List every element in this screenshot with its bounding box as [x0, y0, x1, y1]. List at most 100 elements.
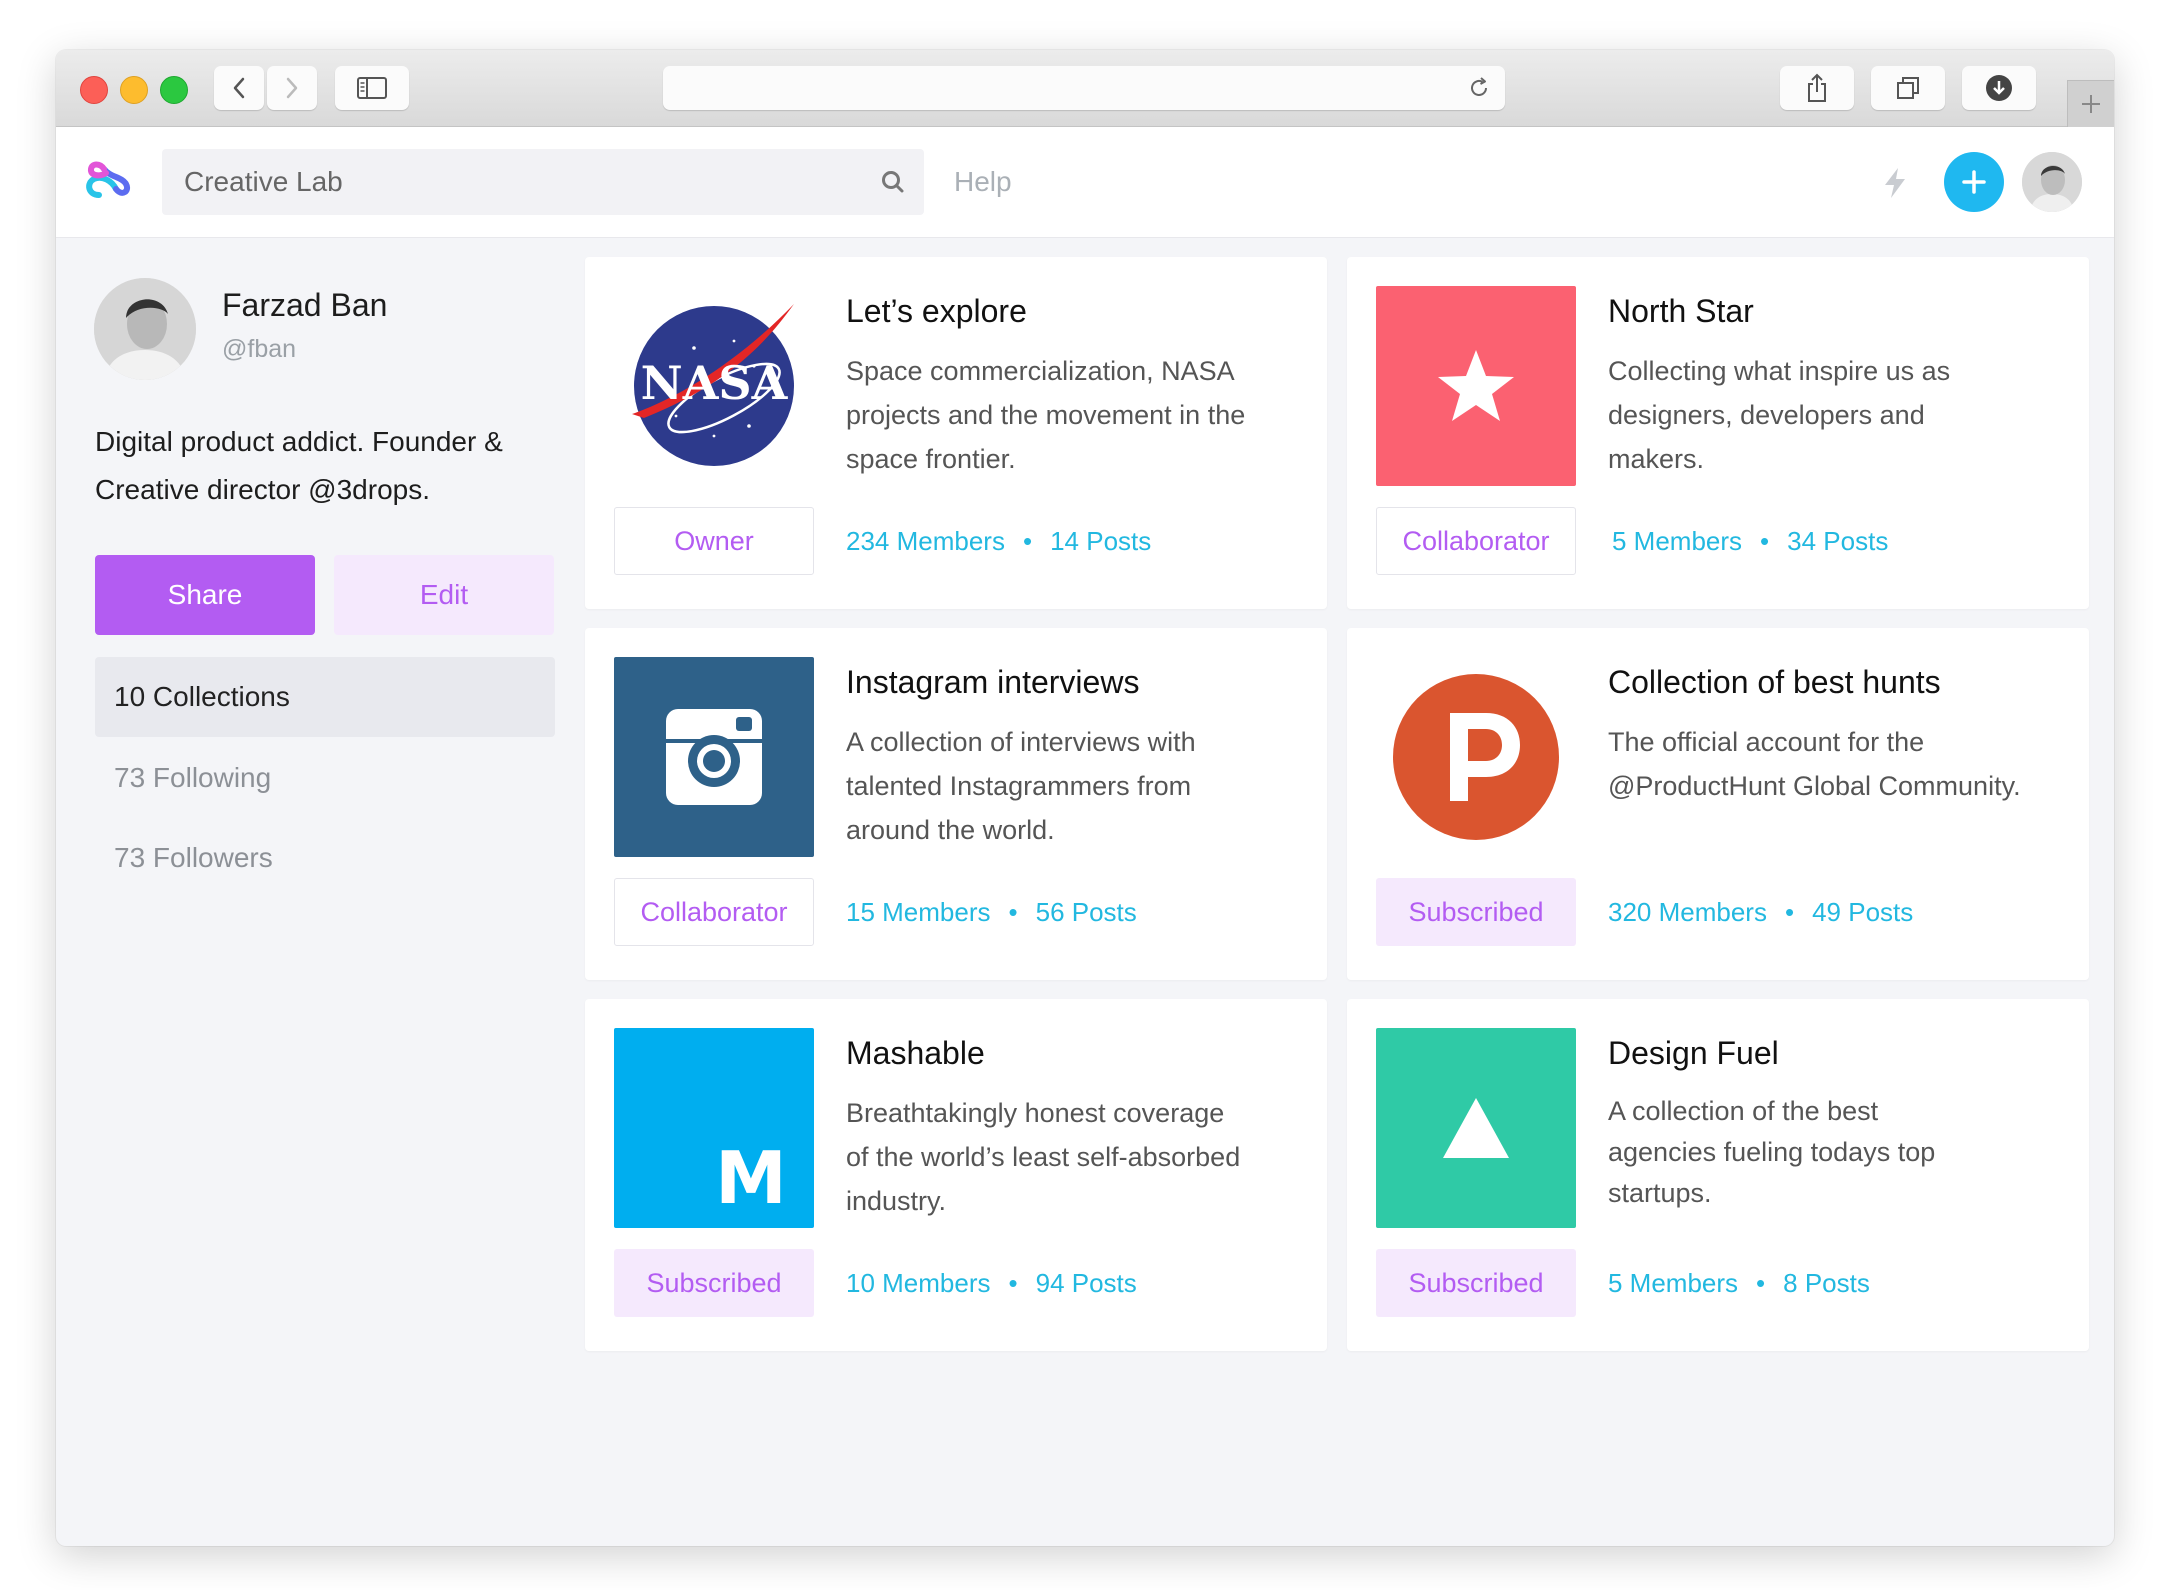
collection-thumbnail: [1376, 1028, 1576, 1228]
description-line: of the world’s least self-absorbed: [846, 1142, 1241, 1172]
triangle-icon: [1443, 1098, 1509, 1158]
role-badge-subscribed[interactable]: Subscribed: [1376, 878, 1576, 946]
collection-thumbnail: [1376, 657, 1576, 857]
posts-count[interactable]: 34 Posts: [1787, 526, 1888, 556]
collection-thumbnail: NASA: [614, 286, 814, 486]
collection-card[interactable]: Instagram interviews A collection of int…: [585, 628, 1327, 980]
profile-bio: Digital product addict. Founder & Creati…: [95, 418, 575, 514]
search-input[interactable]: Creative Lab: [184, 149, 343, 215]
tabs-overview-button[interactable]: [1871, 66, 1945, 110]
posts-count[interactable]: 94 Posts: [1036, 1268, 1137, 1298]
user-avatar[interactable]: [2022, 152, 2082, 212]
address-bar[interactable]: [663, 66, 1505, 110]
chevron-right-icon: [286, 77, 298, 99]
edit-button[interactable]: Edit: [334, 555, 554, 635]
description-line: The official account for the: [1608, 727, 1925, 757]
share-button[interactable]: Share: [95, 555, 315, 635]
collection-card[interactable]: M Mashable Breathtakingly honest coverag…: [585, 999, 1327, 1351]
posts-count[interactable]: 49 Posts: [1812, 897, 1913, 927]
description-line: industry.: [846, 1186, 947, 1216]
role-badge-collaborator[interactable]: Collaborator: [614, 878, 814, 946]
members-count[interactable]: 234 Members: [846, 526, 1005, 556]
sidebar-item-following[interactable]: 73 Following: [95, 738, 555, 818]
new-tab-button[interactable]: [2067, 80, 2114, 127]
reload-icon[interactable]: [1467, 76, 1491, 100]
share-icon: [1808, 73, 1826, 102]
share-page-button[interactable]: [1780, 66, 1854, 110]
collection-thumbnail: M: [614, 1028, 814, 1228]
members-count[interactable]: 5 Members: [1608, 1268, 1738, 1298]
collection-card[interactable]: NASA Let’s explore Space commercializati…: [585, 257, 1327, 609]
description-line: agencies fueling todays top: [1608, 1137, 1936, 1167]
separator-dot: •: [1008, 897, 1018, 927]
zoom-window-button[interactable]: [160, 76, 188, 104]
collection-card[interactable]: North Star Collecting what inspire us as…: [1347, 257, 2089, 609]
profile-avatar[interactable]: [94, 278, 196, 380]
collection-title[interactable]: Collection of best hunts: [1608, 664, 1941, 701]
description-line: A collection of interviews with: [846, 727, 1196, 757]
collection-title[interactable]: North Star: [1608, 293, 1754, 330]
separator-dot: •: [1022, 526, 1033, 556]
description-line: around the world.: [846, 815, 1055, 845]
back-button[interactable]: [214, 66, 264, 110]
sidebar-icon: [357, 77, 387, 99]
description-line: Breathtakingly honest coverage: [846, 1098, 1225, 1128]
collection-title[interactable]: Instagram interviews: [846, 664, 1139, 701]
collection-card[interactable]: Design Fuel A collection of the best age…: [1347, 999, 2089, 1351]
role-badge-subscribed[interactable]: Subscribed: [614, 1249, 814, 1317]
collection-stats: 5 Members • 34 Posts: [1612, 507, 1888, 575]
members-count[interactable]: 5 Members: [1612, 526, 1742, 556]
minimize-window-button[interactable]: [120, 76, 148, 104]
collection-title[interactable]: Design Fuel: [1608, 1035, 1779, 1072]
collection-title[interactable]: Let’s explore: [846, 293, 1027, 330]
description-line: projects and the movement in the: [846, 400, 1246, 430]
role-badge-owner[interactable]: Owner: [614, 507, 814, 575]
collection-description: Breathtakingly honest coverage of the wo…: [846, 1091, 1306, 1223]
add-button[interactable]: [1944, 152, 2004, 212]
collection-description: Space commercialization, NASA projects a…: [846, 349, 1306, 481]
chevron-left-icon: [233, 77, 245, 99]
forward-button[interactable]: [267, 66, 317, 110]
user-portrait-icon: [2022, 152, 2082, 212]
tabs-icon: [1897, 77, 1919, 99]
description-line: makers.: [1608, 444, 1705, 474]
members-count[interactable]: 10 Members: [846, 1268, 991, 1298]
separator-dot: •: [1008, 1268, 1018, 1298]
sidebar-item-collections[interactable]: 10 Collections: [95, 657, 555, 737]
description-line: Collecting what inspire us as: [1608, 356, 1951, 386]
role-badge-collaborator[interactable]: Collaborator: [1376, 507, 1576, 575]
logo-text: M: [715, 1136, 787, 1220]
posts-count[interactable]: 14 Posts: [1050, 526, 1151, 556]
members-count[interactable]: 15 Members: [846, 897, 991, 927]
plus-icon: [2082, 95, 2100, 113]
close-window-button[interactable]: [80, 76, 108, 104]
collection-stats: 234 Members • 14 Posts: [846, 507, 1151, 575]
collection-description: A collection of the best agencies fuelin…: [1608, 1091, 2068, 1214]
browser-window: Creative Lab Help Farzad Ban @fban Digit: [56, 50, 2114, 1546]
help-link[interactable]: Help: [954, 127, 1012, 237]
posts-count[interactable]: 8 Posts: [1783, 1268, 1870, 1298]
bio-line: Creative director @3drops.: [95, 474, 431, 505]
description-line: A collection of the best: [1608, 1096, 1879, 1126]
search-field[interactable]: Creative Lab: [162, 149, 924, 215]
role-badge-subscribed[interactable]: Subscribed: [1376, 1249, 1576, 1317]
separator-dot: •: [1760, 526, 1770, 556]
collection-stats: 5 Members • 8 Posts: [1608, 1249, 1870, 1317]
members-count[interactable]: 320 Members: [1608, 897, 1767, 927]
app-header: Creative Lab Help: [56, 127, 2114, 238]
user-portrait-icon: [94, 278, 196, 380]
downloads-button[interactable]: [1962, 66, 2036, 110]
profile-handle: @fban: [222, 335, 297, 363]
collection-description: The official account for the @ProductHun…: [1608, 720, 2068, 808]
search-icon[interactable]: [880, 169, 906, 195]
collection-card[interactable]: Collection of best hunts The official ac…: [1347, 628, 2089, 980]
lightning-icon[interactable]: [1882, 167, 1908, 199]
description-line: startups.: [1608, 1178, 1712, 1208]
posts-count[interactable]: 56 Posts: [1036, 897, 1137, 927]
collection-title[interactable]: Mashable: [846, 1035, 985, 1072]
instagram-icon: [666, 709, 762, 805]
app-logo-icon[interactable]: [82, 155, 132, 205]
producthunt-icon: [1393, 674, 1559, 840]
sidebar-item-followers[interactable]: 73 Followers: [95, 818, 555, 898]
sidebar-toggle-button[interactable]: [335, 66, 409, 110]
